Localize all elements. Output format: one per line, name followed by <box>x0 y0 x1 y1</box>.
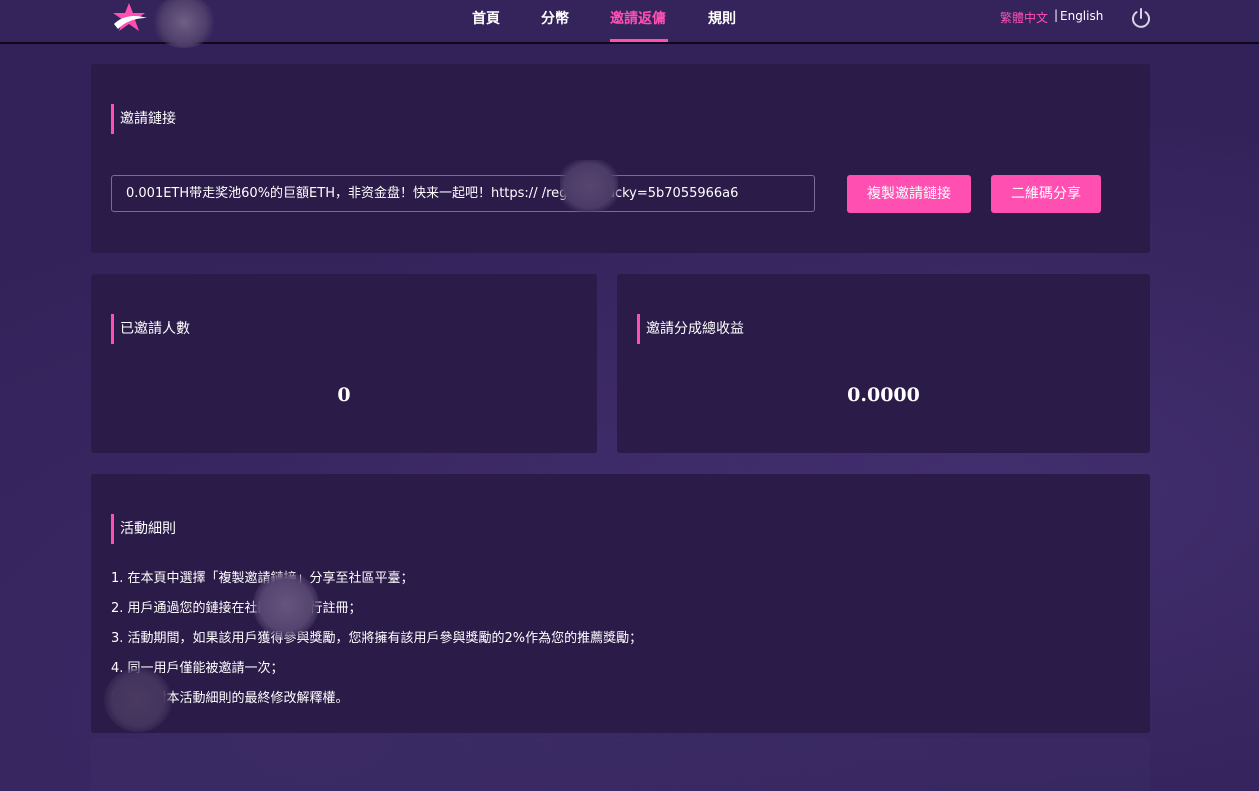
activity-rules-list: 1. 在本頁中選擇「複製邀請鏈接」分享至社區平臺； 2. 用戶通過您的鏈接在社區… <box>111 568 642 718</box>
language-separator: | <box>1054 8 1059 22</box>
active-tab-indicator <box>610 39 668 42</box>
invite-link-title: 邀請鏈接 <box>111 104 176 134</box>
top-nav-bar: 首頁 分幣 邀請返傭 規則 繁體中文 | English <box>0 0 1259 48</box>
nav-item-invite-rebate[interactable]: 邀請返傭 <box>610 8 666 28</box>
redacted-text <box>253 572 319 638</box>
invite-link-field[interactable]: 0.001ETH带走奖池60%的巨額ETH，非资金盘！快来一起吧！https:/… <box>111 175 815 212</box>
nav-item-home[interactable]: 首頁 <box>472 8 500 28</box>
activity-rules-title: 活動細則 <box>111 514 176 544</box>
rule-item: 5. 保留對本活動細則的最終修改解釋權。 <box>111 691 349 706</box>
rule-item: 2. 用戶通過您的鏈接在社區平臺進行註冊； <box>111 601 362 616</box>
invite-earnings-value: 0.0000 <box>847 384 920 406</box>
redacted-text <box>104 668 172 732</box>
invited-count-title: 已邀請人數 <box>111 314 190 344</box>
nav-item-coin-split[interactable]: 分幣 <box>541 8 569 28</box>
rule-item: 3. 活動期間，如果該用戶獲得參與獎勵，您將擁有該用戶參與獎勵的2%作為您的推薦… <box>111 631 643 646</box>
redacted-domain <box>560 160 618 212</box>
invited-count-value: 0 <box>337 384 351 406</box>
bottom-panel <box>91 738 1150 791</box>
qr-code-share-button[interactable]: 二維碼分享 <box>991 175 1101 213</box>
power-icon[interactable] <box>1130 7 1152 29</box>
copy-invite-link-button[interactable]: 複製邀請鏈接 <box>847 175 971 213</box>
invite-earnings-card: 邀請分成總收益 <box>617 274 1150 453</box>
invited-count-card: 已邀請人數 <box>91 274 597 453</box>
rule-item: 1. 在本頁中選擇「複製邀請鏈接」分享至社區平臺； <box>111 571 414 586</box>
language-english[interactable]: English <box>1060 9 1103 23</box>
nav-item-rules[interactable]: 規則 <box>708 8 736 28</box>
language-traditional-chinese[interactable]: 繁體中文 <box>1000 9 1048 26</box>
rule-item: 4. 同一用戶僅能被邀請一次； <box>111 661 284 676</box>
invite-link-card: 邀請鏈接 <box>91 64 1150 253</box>
star-logo-icon[interactable] <box>110 2 148 34</box>
redacted-brand-name <box>152 0 216 48</box>
invite-earnings-title: 邀請分成總收益 <box>637 314 744 344</box>
page: 首頁 分幣 邀請返傭 規則 繁體中文 | English 邀請鏈接 0.001E… <box>0 0 1259 791</box>
